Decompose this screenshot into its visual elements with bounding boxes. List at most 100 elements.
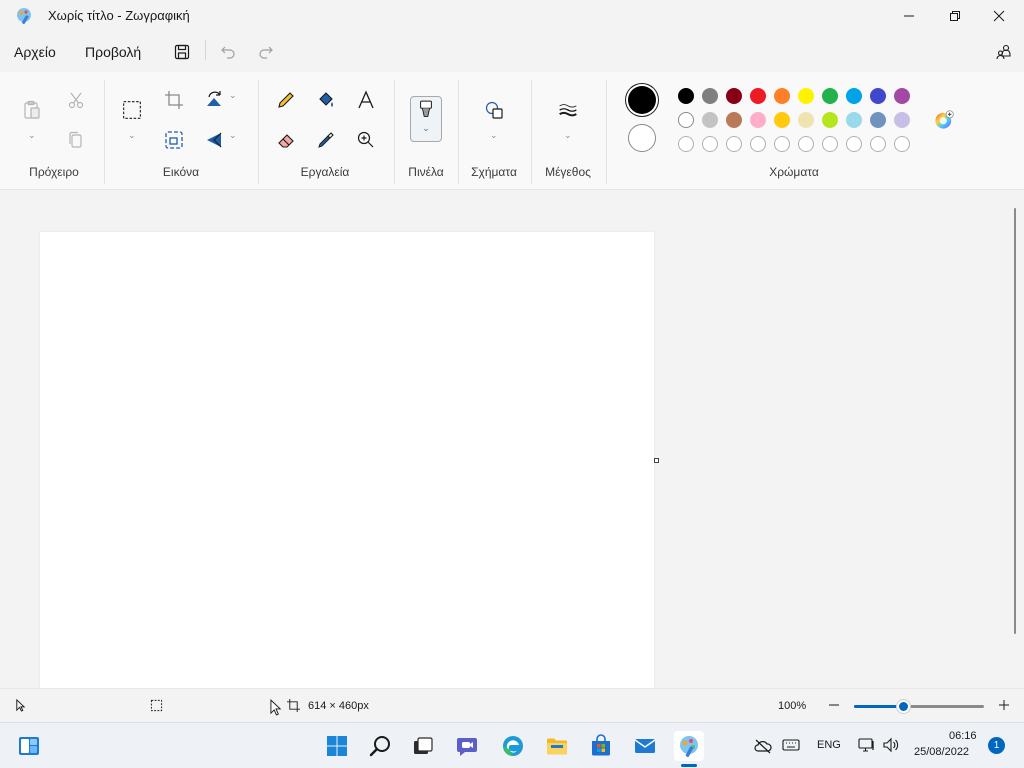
- canvas-resize-handle[interactable]: [654, 458, 659, 463]
- network-icon[interactable]: [858, 737, 876, 758]
- custom-color-slot[interactable]: [870, 136, 886, 152]
- palette-color-swatch[interactable]: [702, 112, 718, 128]
- file-explorer-button[interactable]: [542, 731, 572, 761]
- copy-button[interactable]: [62, 126, 90, 154]
- shapes-chevron-icon[interactable]: ⌄: [490, 130, 498, 141]
- palette-color-swatch[interactable]: [702, 88, 718, 104]
- palette-color-swatch[interactable]: [726, 88, 742, 104]
- rotate-button[interactable]: [200, 86, 228, 114]
- rotate-chevron-icon[interactable]: ⌄: [229, 90, 237, 101]
- zoom-slider-fill: [854, 705, 904, 708]
- zoom-level[interactable]: 100%: [778, 700, 806, 712]
- cut-button[interactable]: [62, 86, 90, 114]
- edge-browser-button[interactable]: [498, 731, 528, 761]
- custom-color-slot[interactable]: [774, 136, 790, 152]
- palette-color-swatch[interactable]: [750, 112, 766, 128]
- clock-date[interactable]: 25/08/2022: [914, 746, 969, 758]
- palette-color-swatch[interactable]: [798, 112, 814, 128]
- mail-button[interactable]: [630, 731, 660, 761]
- text-tool[interactable]: [352, 86, 380, 114]
- clock-time[interactable]: 06:16: [949, 730, 977, 742]
- eyedropper-icon: [318, 132, 334, 148]
- paste-button[interactable]: [18, 96, 46, 124]
- people-icon: [996, 44, 1011, 60]
- magnifier-tool[interactable]: [352, 126, 380, 154]
- maximize-button[interactable]: [932, 0, 978, 32]
- input-language[interactable]: ENG: [817, 739, 841, 751]
- minimize-button[interactable]: [886, 0, 932, 32]
- custom-color-slot[interactable]: [726, 136, 742, 152]
- notification-badge[interactable]: 1: [988, 737, 1005, 754]
- search-button[interactable]: [366, 731, 396, 761]
- custom-color-slot[interactable]: [798, 136, 814, 152]
- drawing-canvas[interactable]: [40, 232, 654, 688]
- palette-color-swatch[interactable]: [798, 88, 814, 104]
- pencil-tool[interactable]: [272, 86, 300, 114]
- fill-tool[interactable]: [312, 86, 340, 114]
- custom-color-slot[interactable]: [750, 136, 766, 152]
- palette-color-swatch[interactable]: [750, 88, 766, 104]
- store-button[interactable]: [586, 731, 616, 761]
- palette-color-swatch[interactable]: [870, 88, 886, 104]
- menu-view[interactable]: Προβολή: [85, 44, 141, 60]
- group-divider: [458, 80, 459, 184]
- edit-colors-button[interactable]: [930, 106, 958, 134]
- color-wheel-icon: [935, 110, 954, 129]
- window-title: Χωρίς τίτλο - Ζωγραφική: [48, 8, 190, 23]
- text-icon: [358, 90, 374, 109]
- palette-color-swatch[interactable]: [678, 88, 694, 104]
- size-chevron-icon[interactable]: ⌄: [564, 130, 572, 141]
- custom-color-slot[interactable]: [894, 136, 910, 152]
- size-button[interactable]: [554, 96, 582, 124]
- custom-color-slot[interactable]: [822, 136, 838, 152]
- restore-icon: [950, 11, 960, 21]
- palette-color-swatch[interactable]: [678, 112, 694, 128]
- select-chevron-icon[interactable]: ⌄: [128, 130, 136, 141]
- color-picker-tool[interactable]: [312, 126, 340, 154]
- palette-color-swatch[interactable]: [870, 112, 886, 128]
- vertical-scrollbar[interactable]: [1014, 208, 1016, 634]
- palette-color-swatch[interactable]: [774, 88, 790, 104]
- custom-color-slot[interactable]: [846, 136, 862, 152]
- redo-button[interactable]: [254, 42, 278, 62]
- onedrive-offline-icon[interactable]: [754, 738, 772, 759]
- save-button[interactable]: [170, 42, 194, 62]
- group-divider: [104, 80, 105, 184]
- undo-button[interactable]: [216, 42, 240, 62]
- custom-color-slot[interactable]: [678, 136, 694, 152]
- touch-keyboard-icon[interactable]: [782, 738, 800, 757]
- task-view-button[interactable]: [408, 731, 438, 761]
- secondary-color-swatch[interactable]: [628, 124, 656, 152]
- palette-color-swatch[interactable]: [846, 112, 862, 128]
- flip-chevron-icon[interactable]: ⌄: [229, 130, 237, 141]
- menu-file[interactable]: Αρχείο: [14, 44, 56, 60]
- paint-taskbar-button[interactable]: [674, 731, 704, 761]
- zoom-in-button[interactable]: [996, 697, 1012, 713]
- chat-button[interactable]: [452, 731, 482, 761]
- custom-color-slot[interactable]: [702, 136, 718, 152]
- palette-color-swatch[interactable]: [822, 88, 838, 104]
- volume-icon[interactable]: [882, 737, 900, 758]
- account-button[interactable]: [992, 42, 1016, 62]
- zoom-slider[interactable]: [854, 700, 984, 713]
- shapes-button[interactable]: [480, 96, 508, 124]
- start-button[interactable]: [322, 731, 352, 761]
- paste-chevron-icon[interactable]: ⌄: [28, 130, 36, 141]
- brushes-button[interactable]: ⌄: [410, 96, 442, 142]
- select-button[interactable]: [118, 96, 146, 124]
- eraser-tool[interactable]: [272, 126, 300, 154]
- palette-color-swatch[interactable]: [894, 88, 910, 104]
- palette-color-swatch[interactable]: [846, 88, 862, 104]
- close-button[interactable]: [976, 0, 1022, 32]
- crop-button[interactable]: [160, 86, 188, 114]
- zoom-slider-thumb[interactable]: [897, 700, 911, 713]
- flip-button[interactable]: [200, 126, 228, 154]
- primary-color-swatch[interactable]: [628, 86, 656, 114]
- palette-color-swatch[interactable]: [822, 112, 838, 128]
- palette-color-swatch[interactable]: [894, 112, 910, 128]
- widgets-button[interactable]: [14, 731, 44, 761]
- palette-color-swatch[interactable]: [726, 112, 742, 128]
- palette-color-swatch[interactable]: [774, 112, 790, 128]
- zoom-out-button[interactable]: [826, 697, 842, 713]
- resize-button[interactable]: [160, 126, 188, 154]
